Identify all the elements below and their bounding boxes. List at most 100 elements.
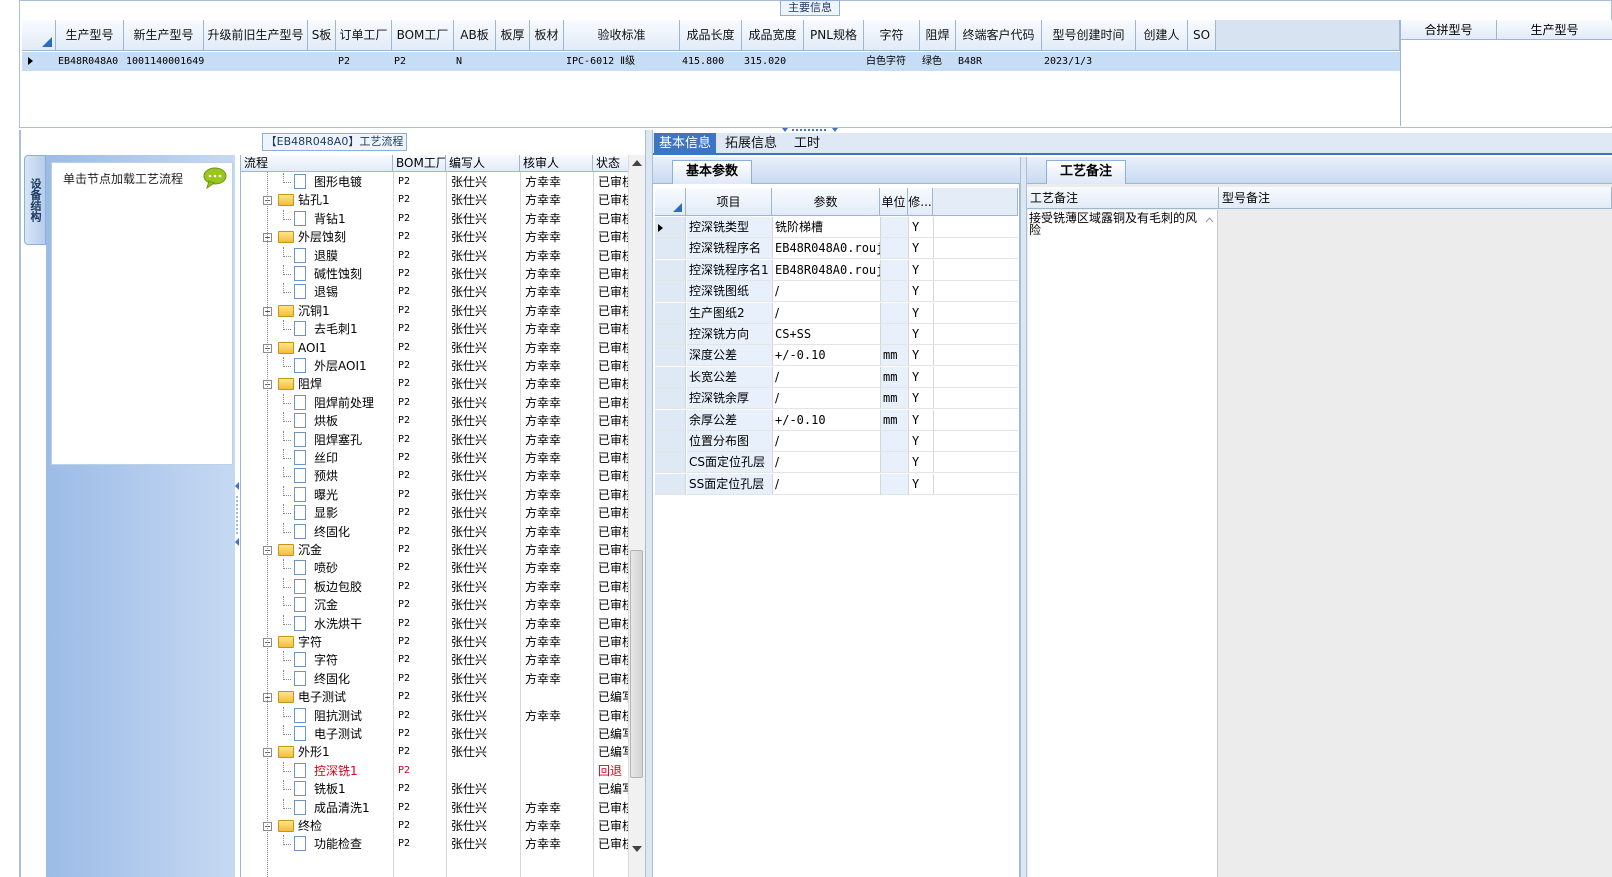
process-notes-title[interactable]: 工艺备注: [1046, 160, 1126, 184]
param-row[interactable]: 余厚公差 +/-0.10 mm Y: [655, 409, 1018, 431]
tree-folder-node[interactable]: − 外层蚀刻 P2 张仕兴 方幸幸 已审核: [241, 228, 631, 246]
main-grid-cell[interactable]: B48R: [956, 52, 1042, 71]
main-column-header[interactable]: 型号创建时间: [1042, 20, 1136, 51]
row-selector-icon[interactable]: [655, 302, 686, 324]
row-selector-icon[interactable]: [22, 52, 56, 71]
main-column-header[interactable]: 成品长度: [680, 20, 742, 51]
node-label[interactable]: 阻抗测试: [314, 707, 392, 725]
node-label[interactable]: 终检: [298, 817, 392, 835]
tree-step-node[interactable]: 沉金 P2 张仕兴 方幸幸 已审核: [241, 596, 631, 614]
process-flow-tree[interactable]: 流程 BOM工厂 编写人 核审人 状态 图形电镀 P2 张仕兴 方幸幸 已审核 − 钻孔1 P…: [240, 155, 645, 877]
node-label[interactable]: 字符: [314, 651, 392, 669]
main-column-header[interactable]: 订单工厂: [336, 20, 392, 51]
param-row[interactable]: 控深铣余厚 / mm Y: [655, 388, 1018, 410]
param-value[interactable]: +/-0.10: [772, 345, 880, 367]
param-value[interactable]: CS+SS: [772, 324, 880, 345]
node-label[interactable]: 功能检查: [314, 835, 392, 853]
main-grid-cell[interactable]: 绿色: [920, 52, 956, 71]
main-column-header[interactable]: AB板: [454, 20, 496, 51]
node-label[interactable]: 沉金: [298, 541, 392, 559]
tree-step-node[interactable]: 丝印 P2 张仕兴 方幸幸 已审核: [241, 449, 631, 467]
param-value[interactable]: /: [772, 452, 880, 474]
node-label[interactable]: 阻焊前处理: [314, 394, 392, 412]
param-value[interactable]: /: [772, 473, 880, 495]
node-label[interactable]: 图形电镀: [314, 173, 392, 191]
merge-model-header[interactable]: 合拼型号: [1401, 20, 1497, 40]
param-value[interactable]: EB48R048A0.roujtnt: [772, 238, 880, 260]
tab-extended-info[interactable]: 拓展信息: [720, 133, 782, 155]
node-label[interactable]: 外层蚀刻: [298, 228, 392, 246]
main-grid-cell[interactable]: 315.020: [742, 52, 804, 71]
main-grid-cell[interactable]: [530, 52, 564, 71]
main-grid-cell[interactable]: EB48R048A0: [56, 52, 124, 71]
tree-step-node[interactable]: 背钻1 P2 张仕兴 方幸幸 已审核: [241, 209, 631, 228]
main-column-header[interactable]: 板材: [530, 20, 564, 51]
main-column-header[interactable]: BOM工厂: [392, 20, 454, 51]
tree-step-node[interactable]: 显影 P2 张仕兴 方幸幸 已审核: [241, 504, 631, 522]
main-column-header[interactable]: S板: [308, 20, 336, 51]
node-label[interactable]: 丝印: [314, 449, 392, 467]
process-note-cell[interactable]: [1028, 210, 1218, 877]
node-label[interactable]: 背钻1: [314, 210, 392, 228]
node-label[interactable]: 外层AOI1: [314, 357, 392, 375]
tree-step-node[interactable]: 阻焊塞孔 P2 张仕兴 方幸幸 已审核: [241, 430, 631, 449]
node-label[interactable]: 预烘: [314, 467, 392, 485]
main-column-header[interactable]: 板厚: [496, 20, 530, 51]
param-row[interactable]: 控深铣类型 铣阶梯槽 Y: [655, 217, 1018, 238]
node-label[interactable]: 控深铣1: [314, 762, 392, 780]
tree-step-node[interactable]: 板边包胶 P2 张仕兴 方幸幸 已审核: [241, 577, 631, 596]
main-column-header[interactable]: SO: [1188, 20, 1216, 51]
main-grid-cell[interactable]: IPC-6012 Ⅱ级: [564, 52, 680, 71]
main-column-header[interactable]: 升级前旧生产型号: [204, 20, 308, 51]
status-column-header[interactable]: 状态: [593, 155, 631, 172]
node-label[interactable]: 喷砂: [314, 559, 392, 577]
param-value[interactable]: /: [772, 431, 880, 452]
param-row[interactable]: 生产图纸2/ Y: [655, 302, 1018, 324]
tree-folder-node[interactable]: − 字符 P2 张仕兴 方幸幸 已审核: [241, 633, 631, 651]
main-grid-cell[interactable]: [204, 52, 308, 71]
tree-step-node[interactable]: 阻焊前处理 P2 张仕兴 方幸幸 已审核: [241, 393, 631, 412]
tree-folder-node[interactable]: − 电子测试 P2 张仕兴 已编写: [241, 688, 631, 706]
row-selector-icon[interactable]: [655, 345, 686, 367]
basic-params-title[interactable]: 基本参数: [672, 160, 752, 184]
tree-folder-node[interactable]: − 外形1 P2 张仕兴 已编写: [241, 743, 631, 761]
modify-column-header[interactable]: 修...: [908, 188, 933, 216]
tree-folder-node[interactable]: − 阻焊 P2 张仕兴 方幸幸 已审核: [241, 375, 631, 393]
node-label[interactable]: 阻焊塞孔: [314, 431, 392, 449]
main-column-header[interactable]: 终端客户代码: [956, 20, 1042, 51]
scroll-up-icon[interactable]: [1205, 215, 1214, 224]
main-grid-cell[interactable]: 白色字符: [864, 52, 920, 71]
main-column-header[interactable]: 字符: [864, 20, 920, 51]
node-label[interactable]: 铣板1: [314, 780, 392, 798]
unit-column-header[interactable]: 单位: [880, 188, 908, 216]
tree-step-node[interactable]: 终固化 P2 张仕兴 方幸幸 已审核: [241, 522, 631, 541]
param-value[interactable]: /: [772, 366, 880, 388]
node-label[interactable]: 碱性蚀刻: [314, 265, 392, 283]
vertical-splitter[interactable]: [645, 130, 653, 877]
node-label[interactable]: 板边包胶: [314, 578, 392, 596]
main-column-header[interactable]: 创建人: [1136, 20, 1188, 51]
row-selector-icon[interactable]: [655, 452, 686, 474]
node-label[interactable]: 退锡: [314, 283, 392, 301]
row-selector-icon[interactable]: [655, 431, 686, 452]
node-label[interactable]: 钻孔1: [298, 191, 392, 209]
tree-step-node[interactable]: 碱性蚀刻 P2 张仕兴 方幸幸 已审核: [241, 265, 631, 283]
main-column-header[interactable]: 阻焊: [920, 20, 956, 51]
param-value[interactable]: +/-0.10: [772, 409, 880, 431]
main-grid-cell[interactable]: 415.800: [680, 52, 742, 71]
param-row[interactable]: 控深铣程序名1EB48R048A0.roujtnb Y: [655, 259, 1018, 281]
param-value[interactable]: /: [772, 388, 880, 410]
vertical-splitter-right[interactable]: [1020, 157, 1027, 877]
bom-column-header[interactable]: BOM工厂: [393, 155, 446, 172]
node-label[interactable]: 外形1: [298, 743, 392, 761]
row-selector-icon[interactable]: [655, 366, 686, 388]
param-value[interactable]: /: [772, 302, 880, 324]
side-tab-equipment[interactable]: 设备结构: [24, 155, 46, 245]
node-label[interactable]: 曝光: [314, 486, 392, 504]
param-row[interactable]: 位置分布图 / Y: [655, 431, 1018, 452]
main-grid-cell[interactable]: P2: [392, 52, 454, 71]
param-value[interactable]: 铣阶梯槽: [772, 217, 880, 238]
param-row[interactable]: CS面定位孔层 / Y: [655, 452, 1018, 474]
node-label[interactable]: 去毛刺1: [314, 320, 392, 338]
param-row[interactable]: 控深铣图纸 / Y: [655, 281, 1018, 303]
